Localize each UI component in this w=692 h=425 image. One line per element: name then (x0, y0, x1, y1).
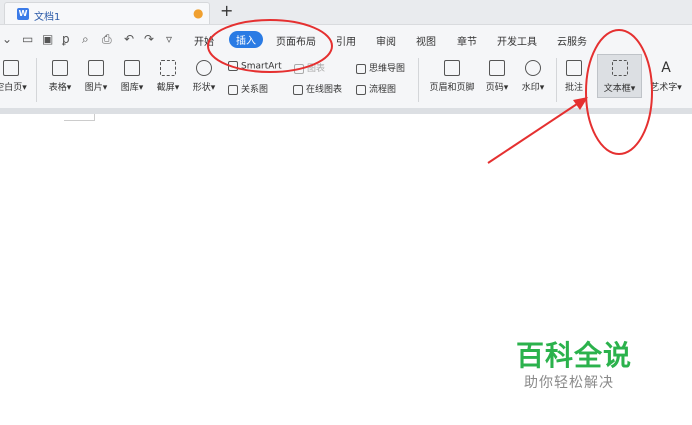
annotation-arrow-line (487, 101, 581, 164)
watermark-subtitle: 助你轻松解决 (524, 375, 614, 391)
highlight-insert-tab-ellipse (207, 19, 333, 73)
watermark-title: 百科全说 (516, 339, 633, 372)
highlight-textbox-ellipse (585, 29, 653, 155)
